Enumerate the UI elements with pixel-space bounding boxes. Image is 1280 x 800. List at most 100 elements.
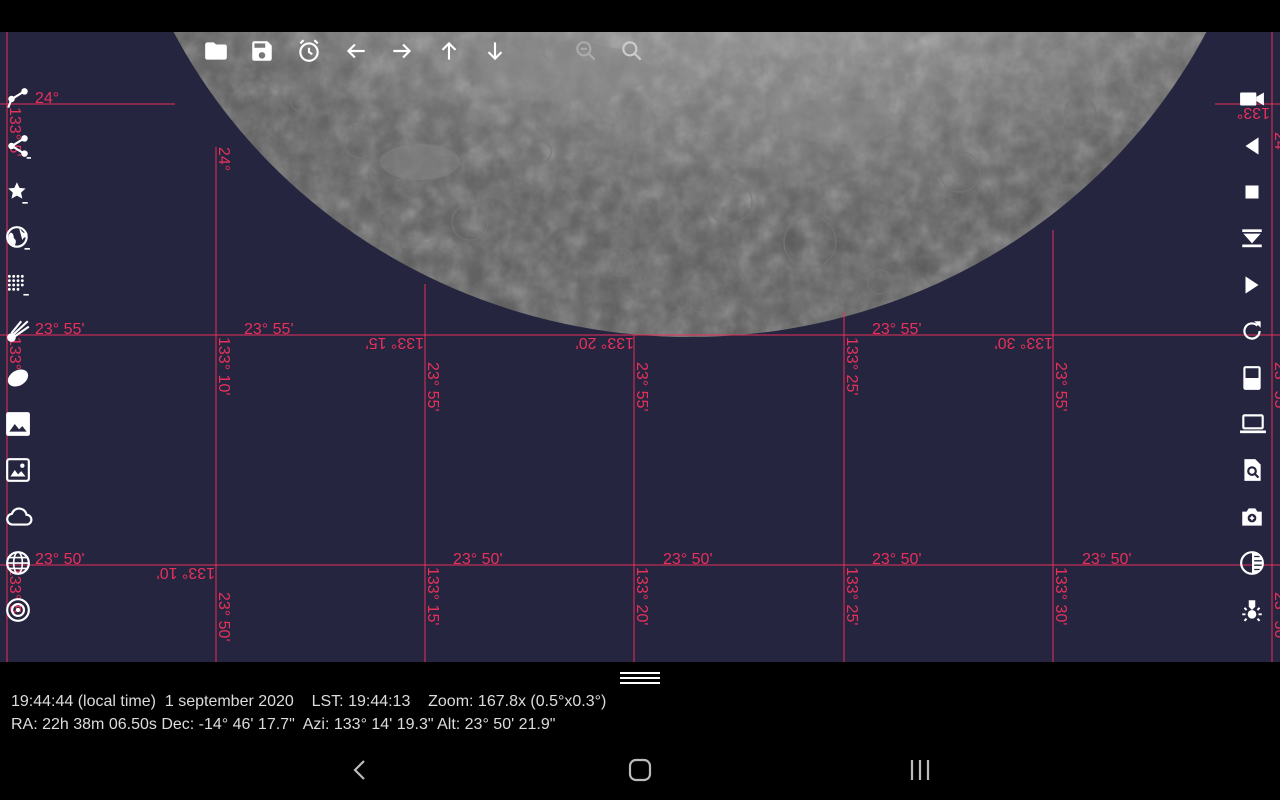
world-icon [6, 551, 30, 575]
play-button[interactable] [1239, 272, 1275, 308]
asteroids-button[interactable] [5, 365, 41, 401]
time-button[interactable] [296, 38, 332, 74]
split-view-button[interactable] [1239, 365, 1275, 401]
back-icon [353, 760, 365, 780]
grid-label-dec: 23° 50' [453, 551, 503, 568]
time-zoom-readout: 19:44:44 (local time) 1 september 2020 L… [11, 693, 607, 710]
brightness-icon [1242, 600, 1262, 622]
image-button[interactable] [5, 411, 41, 447]
zoom-icon [622, 41, 642, 61]
status-bar [0, 0, 1280, 32]
zoom-out-icon [576, 41, 596, 61]
grid-label-azi: 133° 30' [1052, 567, 1069, 625]
zoom-button[interactable] [619, 38, 655, 74]
sky-chart[interactable]: 24° 23° 55' 23° 55' 23° 55' 23° 50' 23° … [0, 32, 1280, 662]
grid-label-dec: 23° 50' [663, 551, 713, 568]
grid-label-dec: 23° 50' [215, 592, 232, 642]
grid-label-azi: 133° 30' [995, 334, 1053, 351]
sky-chart-svg: 24° 23° 55' 23° 55' 23° 55' 23° 50' 23° … [0, 32, 1280, 662]
nav-recents-button[interactable] [890, 750, 950, 790]
move-left-button[interactable] [343, 38, 379, 74]
dots-grid-icon [7, 274, 29, 296]
world-button[interactable] [5, 550, 41, 586]
target-icon [6, 598, 30, 622]
cloud-icon [6, 507, 33, 526]
arrow-right-icon [393, 43, 412, 59]
camera-button[interactable] [1239, 504, 1275, 540]
clouds-button[interactable] [5, 504, 41, 540]
planets-button[interactable] [5, 225, 41, 261]
refresh-button[interactable] [1239, 318, 1275, 354]
grid-label-azi: 133° 10' [215, 337, 232, 395]
play-icon [1245, 276, 1259, 294]
grid-label-azi: 133° 15' [424, 567, 441, 625]
alarm-clock-icon [299, 39, 319, 62]
split-view-icon [1243, 366, 1261, 390]
comet-icon [7, 320, 30, 342]
record-button[interactable] [1239, 86, 1275, 122]
step-down-button[interactable] [1239, 225, 1275, 261]
image-frame-icon [6, 458, 30, 482]
home-icon [628, 758, 652, 782]
open-folder-button[interactable] [203, 38, 239, 74]
play-reverse-button[interactable] [1239, 133, 1275, 169]
grid-label-dec: 23° 55' [424, 362, 441, 412]
stop-button[interactable] [1239, 179, 1275, 215]
zoom-out-button[interactable] [573, 38, 609, 74]
grid-label-dec: 23° 50' [872, 551, 922, 568]
deep-sky-button[interactable] [5, 272, 41, 308]
search-object-button[interactable] [1239, 457, 1275, 493]
nav-home-button[interactable] [610, 750, 670, 790]
arrow-down-icon [487, 42, 503, 61]
grid-label-dec: 23° 55' [872, 321, 922, 338]
brightness-button[interactable] [1239, 597, 1275, 633]
zoom-in-button[interactable] [527, 38, 563, 74]
grid-label-azi: 133° 25' [843, 567, 860, 625]
contrast-icon [1240, 551, 1264, 575]
grid-label-dec: 23° 50' [35, 551, 85, 568]
panel-drag-handle[interactable] [614, 668, 666, 686]
nav-back-button[interactable] [331, 750, 391, 790]
grid-label-azi: 133° 20' [576, 334, 634, 351]
camera-icon [1242, 508, 1262, 526]
drag-handle-icon [620, 672, 660, 684]
zoom-in-icon [530, 41, 550, 61]
image-icon [6, 412, 30, 436]
asteroid-icon [7, 369, 29, 387]
grid-label-azi: 133° 10' [157, 564, 215, 581]
moon [173, 32, 1207, 337]
search-document-icon [1244, 459, 1261, 481]
star-icon [8, 182, 28, 204]
stop-icon [1245, 185, 1259, 199]
coordinates-readout: RA: 22h 38m 06.50s Dec: -14° 46' 17.7" A… [11, 716, 556, 733]
globe-grid-icon [6, 226, 30, 250]
arrow-left-icon [346, 43, 365, 59]
grid-label-azi: 133° 15' [366, 334, 424, 351]
target-button[interactable] [5, 597, 41, 633]
play-reverse-icon [1245, 137, 1259, 155]
grid-label-dec: 23° 50' [1082, 551, 1132, 568]
laptop-button[interactable] [1239, 411, 1275, 447]
system-nav-bar [0, 742, 1280, 800]
image-frame-button[interactable] [5, 457, 41, 493]
info-panel: 19:44:44 (local time) 1 september 2020 L… [0, 662, 1280, 742]
stars-button[interactable] [5, 179, 41, 215]
comets-button[interactable] [5, 318, 41, 354]
constellation-lines-button[interactable] [5, 86, 41, 122]
move-right-button[interactable] [389, 38, 425, 74]
contrast-button[interactable] [1239, 550, 1275, 586]
grid-label-dec: 23° 55' [244, 321, 294, 338]
grid-label-azi: 133° 20' [633, 567, 650, 625]
grid-label-dec: 23° 55' [633, 362, 650, 412]
laptop-icon [1240, 414, 1266, 434]
move-down-button[interactable] [482, 38, 518, 74]
video-camera-icon [1240, 92, 1264, 106]
share-constellation-lines-icon [7, 88, 28, 109]
step-down-icon [1242, 229, 1262, 248]
move-up-button[interactable] [436, 38, 472, 74]
arrow-up-icon [441, 41, 457, 60]
folder-icon [205, 42, 227, 60]
constellation-button[interactable] [5, 133, 41, 169]
save-button[interactable] [249, 38, 285, 74]
grid-label-dec: 24° [215, 147, 232, 171]
